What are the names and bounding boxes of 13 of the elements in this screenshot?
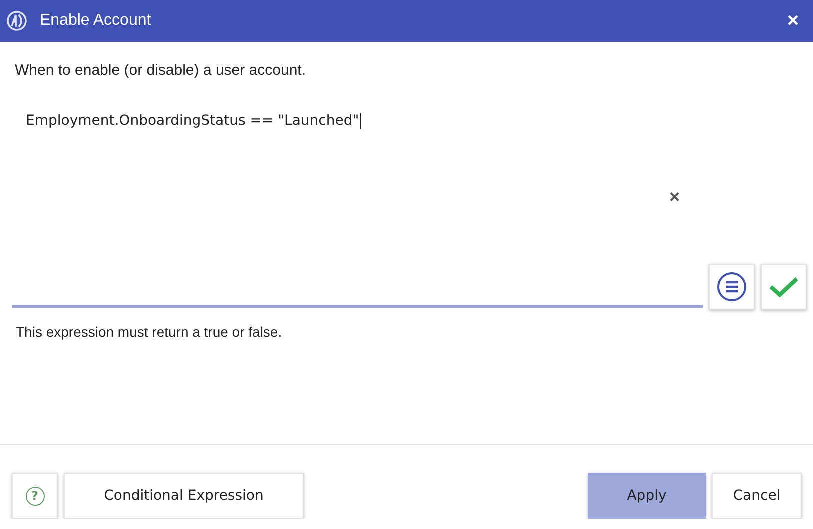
app-logo-icon (6, 10, 28, 32)
close-button[interactable]: × (785, 10, 801, 32)
checkmark-icon (769, 276, 799, 298)
hint-text: This expression must return a true or false. (16, 324, 284, 340)
confirm-button[interactable] (761, 264, 807, 310)
clear-button[interactable]: × (666, 187, 683, 208)
window-title: Enable Account (40, 12, 152, 30)
list-circle-icon (717, 272, 747, 302)
cancel-button[interactable]: Cancel (712, 473, 802, 519)
apply-button[interactable]: Apply (588, 473, 706, 519)
list-button[interactable] (709, 264, 755, 310)
description-text: When to enable (or disable) a user account. (15, 62, 307, 79)
expression-mode-button[interactable]: Conditional Expression (64, 473, 304, 519)
